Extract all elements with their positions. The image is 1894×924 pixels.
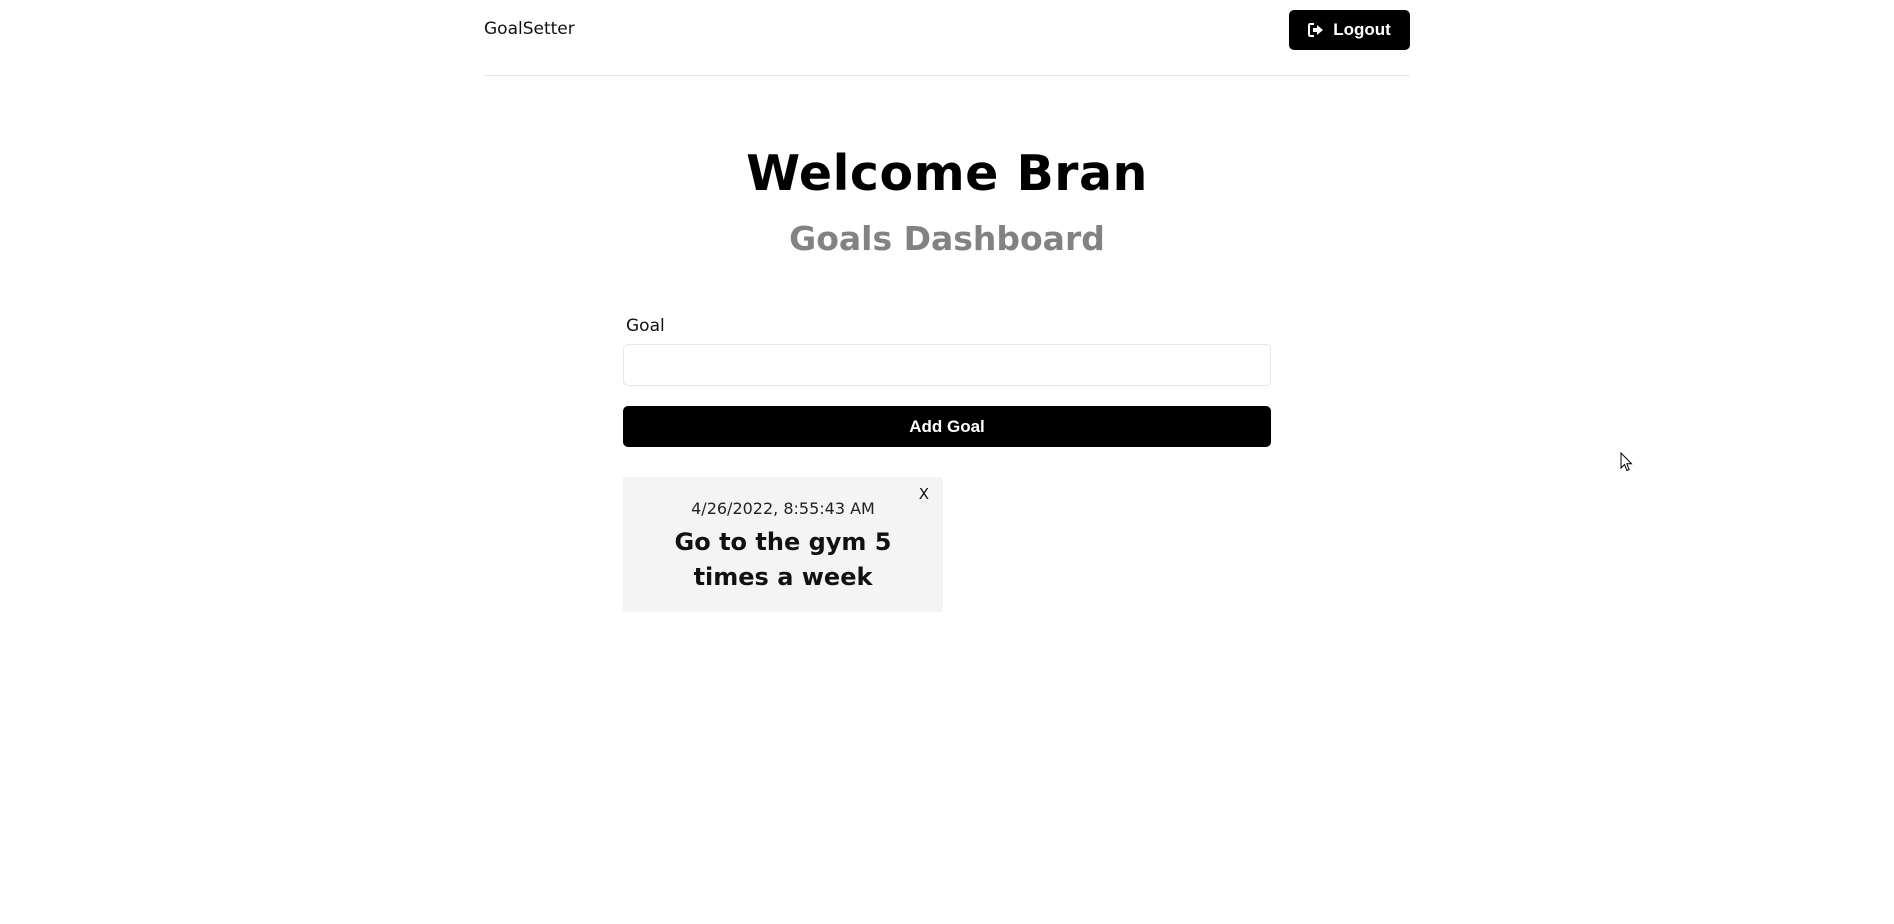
welcome-title: Welcome Bran: [746, 145, 1148, 202]
goal-form: Goal Add Goal: [623, 316, 1271, 447]
goals-list: 4/26/2022, 8:55:43 AM Go to the gym 5 ti…: [623, 477, 1271, 612]
mouse-cursor-icon: [1620, 451, 1634, 476]
delete-goal-button[interactable]: X: [919, 485, 929, 503]
goal-card: 4/26/2022, 8:55:43 AM Go to the gym 5 ti…: [623, 477, 943, 612]
add-goal-button[interactable]: Add Goal: [623, 406, 1271, 447]
header: GoalSetter Logout: [484, 0, 1410, 76]
goal-input[interactable]: [623, 344, 1271, 386]
goal-label: Goal: [626, 316, 665, 336]
sign-out-icon: [1308, 22, 1324, 37]
logout-label: Logout: [1333, 19, 1391, 39]
goal-date: 4/26/2022, 8:55:43 AM: [691, 499, 875, 518]
page-subtitle: Goals Dashboard: [789, 219, 1105, 258]
app-logo[interactable]: GoalSetter: [484, 19, 575, 39]
page-container: GoalSetter Logout Welcome Bran Goals Das…: [484, 0, 1410, 612]
goal-text: Go to the gym 5 times a week: [674, 528, 892, 591]
logout-button[interactable]: Logout: [1289, 9, 1410, 50]
page-heading: Welcome Bran Goals Dashboard: [484, 76, 1410, 260]
